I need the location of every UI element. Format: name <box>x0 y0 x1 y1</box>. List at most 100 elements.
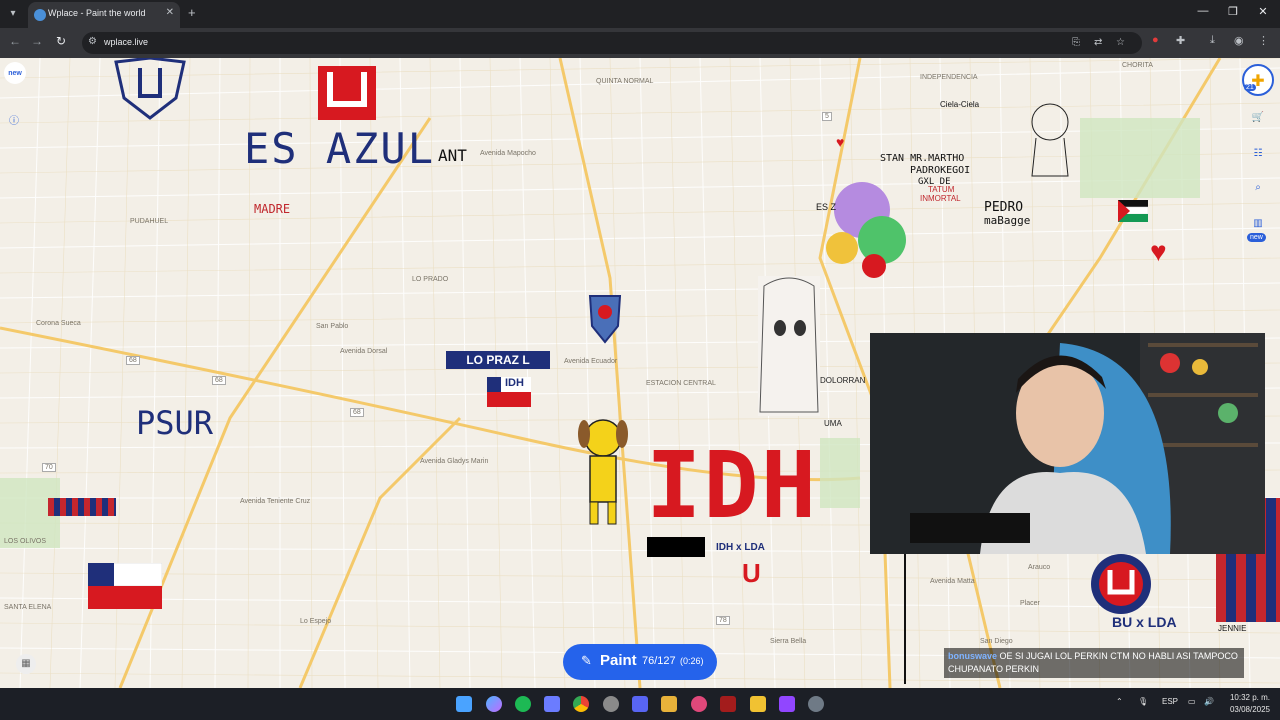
brush-icon: ✎ <box>581 653 592 668</box>
map-label: INDEPENDENCIA <box>920 74 978 81</box>
stats-icon[interactable]: ▥ <box>1250 216 1266 232</box>
map-label: San Diego <box>980 638 1013 645</box>
level-badge: 21 <box>1244 84 1256 91</box>
leaderboard-icon[interactable]: ☷ <box>1250 146 1266 162</box>
new-tab-button[interactable]: + <box>188 5 196 20</box>
app-icon[interactable] <box>720 696 736 712</box>
translate-icon[interactable]: ⇄ <box>1094 37 1102 48</box>
route-shield: 68 <box>126 356 140 365</box>
menu-button[interactable]: new <box>4 62 26 84</box>
extensions-puzzle-icon[interactable]: ✚ <box>1176 34 1185 47</box>
map-label: Avenida Ecuador <box>564 358 618 365</box>
profile-icon[interactable]: ◉ <box>1234 34 1244 47</box>
app-icon[interactable] <box>661 696 677 712</box>
new-badge: new <box>1247 233 1266 242</box>
ghost-doodle-art <box>1031 103 1069 177</box>
bu-lda-text: BU x LDA <box>1112 614 1177 630</box>
globe-icon <box>34 9 46 21</box>
lo-praz-banner: LO PRAZ L <box>446 351 550 369</box>
info-icon[interactable]: ⓘ <box>6 114 22 130</box>
route-shield: 70 <box>42 463 56 472</box>
paint-button[interactable]: ✎ Paint 76/127 (0:26) <box>563 644 717 680</box>
idh-large-text: IDH <box>646 432 819 539</box>
club-crest-art <box>588 295 622 344</box>
language-indicator[interactable]: ESP <box>1162 697 1178 706</box>
spotify-icon[interactable] <box>515 696 531 712</box>
app-icon[interactable] <box>603 696 619 712</box>
address-bar[interactable]: ⚙ wplace.live ⎘ ⇄ ☆ <box>82 32 1142 54</box>
palestine-flag-art <box>1118 200 1148 222</box>
tab-title: Wplace - Paint the world <box>48 8 146 18</box>
maximize-icon[interactable]: ❐ <box>1218 5 1248 18</box>
map-label: Sierra Bella <box>770 638 807 645</box>
system-clock[interactable]: 10:32 p. m. 03/08/2025 <box>1230 692 1270 716</box>
forward-icon[interactable]: → <box>28 34 46 48</box>
map-canvas[interactable]: QUINTA NORMAL INDEPENDENCIA CHORITA Aven… <box>0 58 1280 688</box>
map-label: Avenida Teniente Cruz <box>240 498 311 505</box>
map-label: LO PRADO <box>412 276 449 283</box>
app-icon[interactable] <box>691 696 707 712</box>
u-crest-art <box>1091 554 1151 614</box>
streamer-webcam <box>870 333 1265 554</box>
obs-icon[interactable] <box>779 696 795 712</box>
es-azul-text: ES AZUL <box>244 124 436 173</box>
webcam-scene <box>870 333 1265 554</box>
u-red-text: U <box>742 558 761 588</box>
madre-text: MADRE <box>254 202 291 216</box>
stream-chat-message: bonuswave OE SI JUGAI LOL PERKIN CTM NO … <box>944 648 1244 678</box>
site-info-icon[interactable]: ⚙ <box>88 36 97 47</box>
map-label: ESTACION CENTRAL <box>646 380 716 387</box>
folder-icon[interactable] <box>750 696 766 712</box>
extension-icon[interactable]: ● <box>1152 34 1159 46</box>
close-icon[interactable]: ✕ <box>166 7 174 18</box>
minimize-icon[interactable]: — <box>1188 5 1218 17</box>
windows-start-icon[interactable] <box>456 696 472 712</box>
map-label: CHORITA <box>1122 62 1153 69</box>
new-badge: new <box>8 70 22 77</box>
inmortal-text: INMORTAL <box>920 194 961 203</box>
es-z-text: ES Z <box>816 202 837 212</box>
avatar-level-button[interactable]: ✚ <box>1242 64 1274 96</box>
discord-icon[interactable] <box>632 696 648 712</box>
map-label: LOS OLIVOS <box>4 538 47 545</box>
microphone-icon[interactable]: 🎙 <box>1138 697 1148 706</box>
tab-wplace[interactable]: Wplace - Paint the world ✕ <box>28 2 180 28</box>
bookmark-star-icon[interactable]: ☆ <box>1116 37 1125 48</box>
back-icon[interactable]: ← <box>6 34 24 48</box>
route-shield: 68 <box>350 408 364 417</box>
ant-text: ANT <box>438 146 467 165</box>
windows-taskbar: ⌃ 🎙 ESP ▭ 🔊 10:32 p. m. 03/08/2025 <box>0 688 1280 720</box>
keyboard-icon[interactable]: ▦ <box>16 654 36 674</box>
network-icon[interactable]: ▭ <box>1188 697 1196 706</box>
map-label: Avenida Gladys Marin <box>420 458 489 465</box>
settings-gear-icon[interactable] <box>808 696 824 712</box>
paint-label: Paint <box>600 652 637 669</box>
map-label: Arauco <box>1028 564 1051 571</box>
install-icon[interactable]: ⎘ <box>1072 37 1080 48</box>
window-close-icon[interactable]: ✕ <box>1248 5 1278 18</box>
copilot-icon[interactable] <box>486 696 502 712</box>
paint-timer: (0:26) <box>680 656 704 666</box>
volume-icon[interactable]: 🔊 <box>1204 697 1214 706</box>
colorful-character-collage-art <box>826 182 906 278</box>
pedro-text: PEDRO <box>984 200 1024 215</box>
chevron-down-icon[interactable]: ▾ <box>4 5 22 23</box>
reload-icon[interactable]: ↻ <box>52 34 70 48</box>
stan-text: STAN MR.MARTHO <box>880 153 965 164</box>
menu-kebab-icon[interactable]: ⋮ <box>1258 34 1269 47</box>
chevron-up-icon[interactable]: ⌃ <box>1116 697 1123 706</box>
idh-small-text: IDH <box>505 377 524 389</box>
app-icon[interactable] <box>544 696 560 712</box>
padrokegoi-text: PADROKEGOI <box>910 165 971 176</box>
paint-charges: 76/127 <box>642 655 676 667</box>
browser-chrome: ▾ Wplace - Paint the world ✕ + — ❐ ✕ ← →… <box>0 0 1280 58</box>
idh-lda-text: IDH x LDA <box>716 542 765 553</box>
chrome-icon[interactable] <box>573 696 589 712</box>
small-striped-art <box>48 498 116 516</box>
route-shield: 5 <box>822 112 832 121</box>
ciela-text: Ciela-Ciela <box>940 100 980 109</box>
search-icon[interactable]: ⌕ <box>1250 180 1266 196</box>
tab-strip: ▾ Wplace - Paint the world ✕ + — ❐ ✕ <box>0 0 1280 28</box>
cart-icon[interactable]: 🛒 <box>1250 110 1266 126</box>
download-icon[interactable]: ⤓ <box>1210 34 1215 47</box>
